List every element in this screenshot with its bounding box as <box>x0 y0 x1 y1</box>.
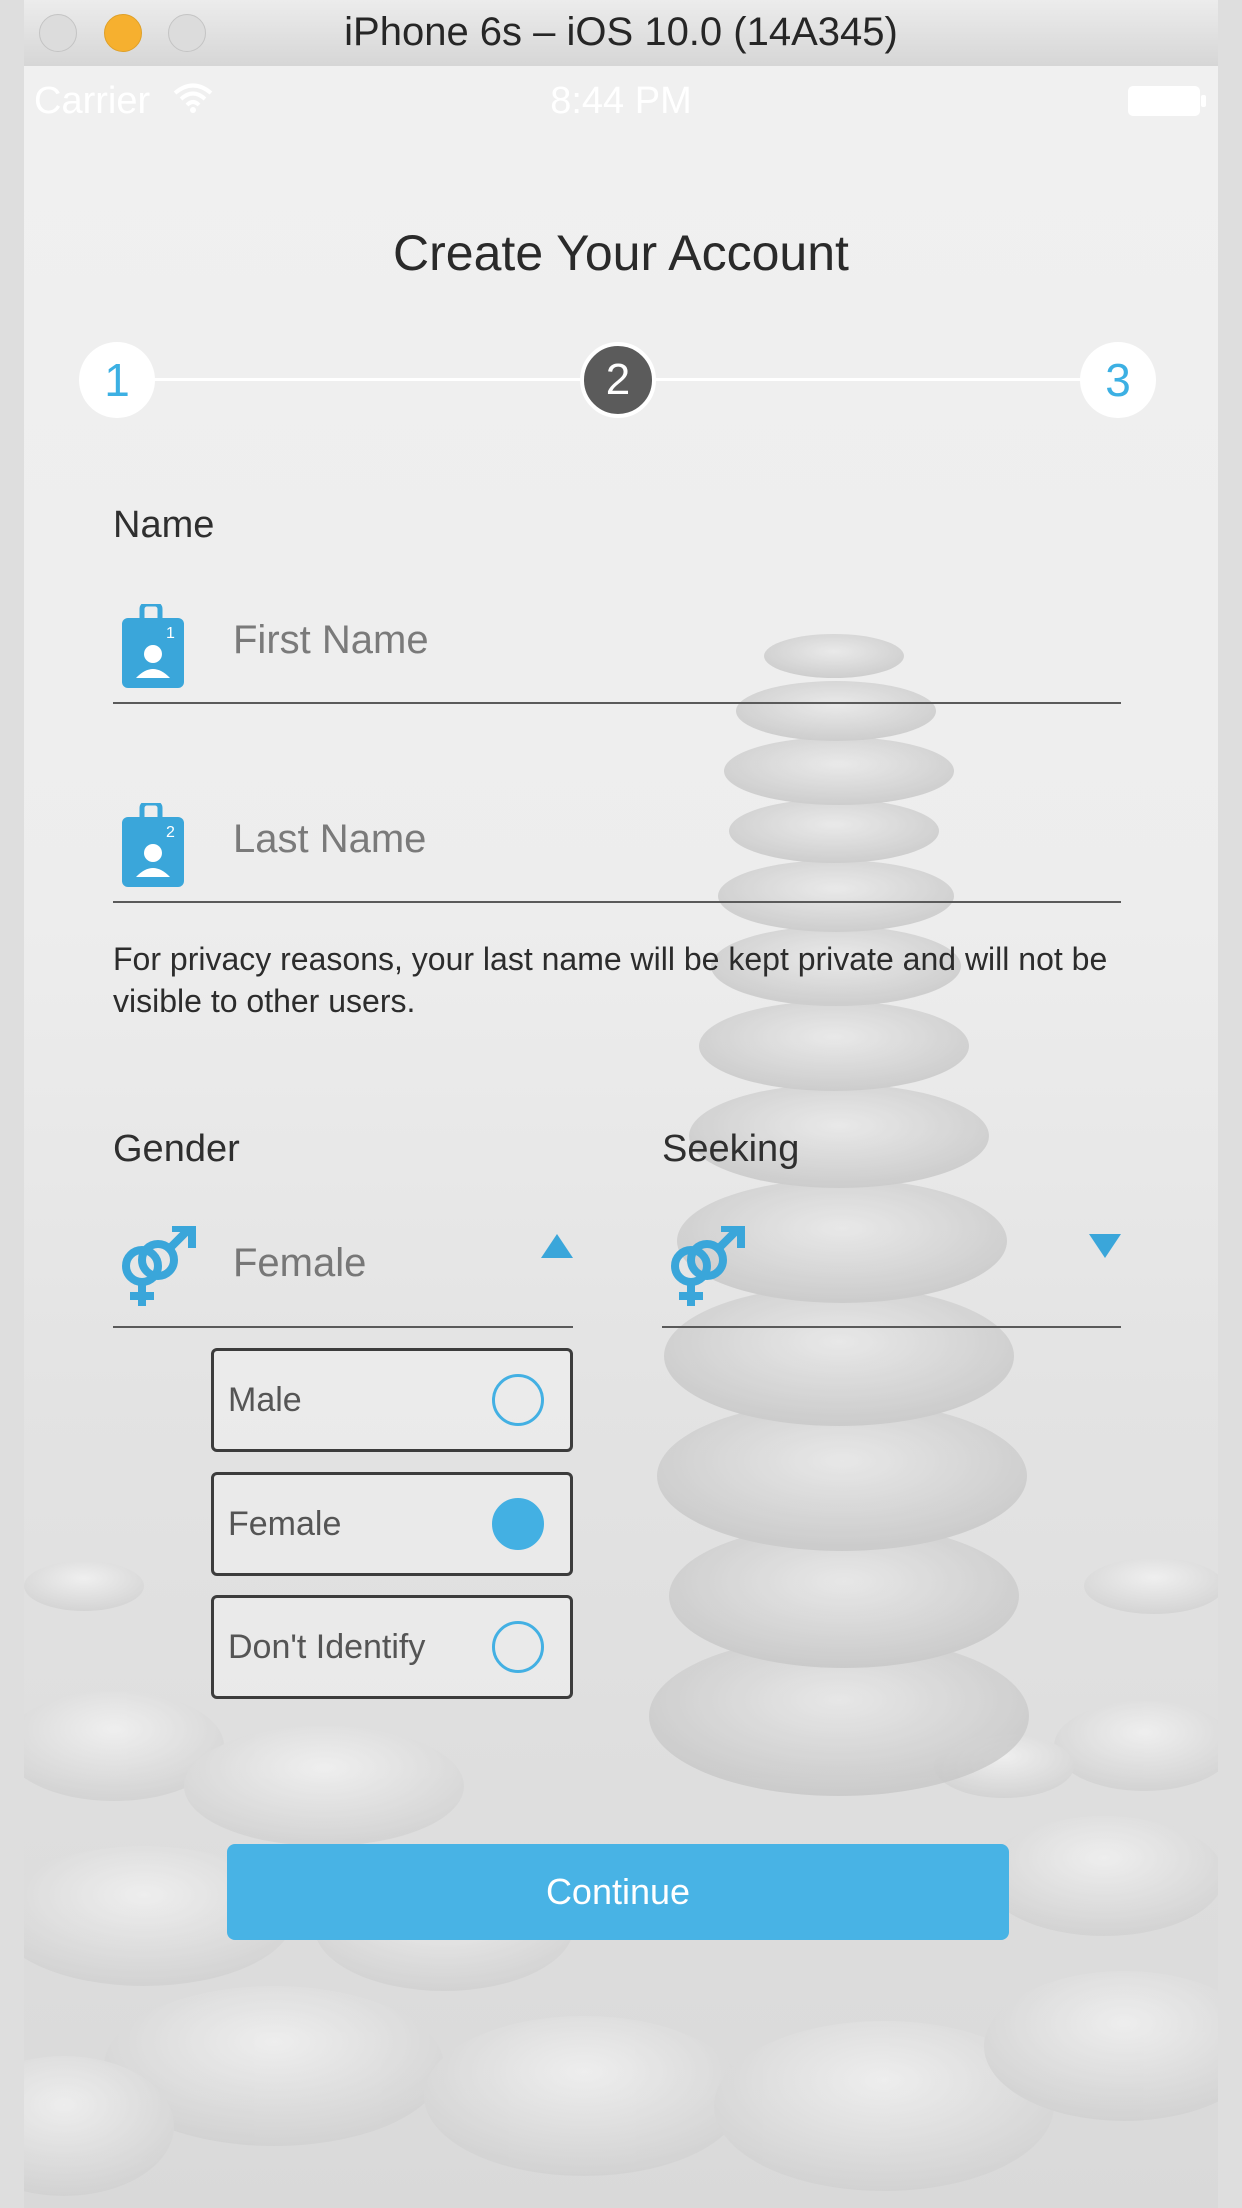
gender-symbol-icon <box>122 1226 196 1306</box>
continue-button[interactable]: Continue <box>227 1844 1009 1940</box>
id-badge-icon: 1 <box>122 604 184 688</box>
battery-icon <box>1128 86 1206 116</box>
stones-background-image <box>24 634 1218 2196</box>
option-label: Don't Identify <box>228 1628 426 1666</box>
step-3-indicator: 3 <box>1080 342 1156 418</box>
radio-button-selected[interactable] <box>492 1498 544 1550</box>
step-1-indicator: 1 <box>79 342 155 418</box>
first-name-underline <box>113 702 1121 704</box>
window-frame-left <box>0 0 24 2208</box>
name-section-label: Name <box>113 504 215 546</box>
first-name-input[interactable]: First Name <box>233 618 1113 663</box>
last-name-underline <box>113 901 1121 903</box>
seeking-underline[interactable] <box>662 1326 1121 1328</box>
seeking-label: Seeking <box>662 1128 800 1170</box>
gender-option-dont-identify[interactable]: Don't Identify <box>211 1595 573 1699</box>
id-badge-icon: 2 <box>122 803 184 887</box>
caret-up-icon[interactable] <box>540 1232 574 1260</box>
gender-option-female[interactable]: Female <box>211 1472 573 1576</box>
caret-down-icon[interactable] <box>1088 1232 1122 1260</box>
privacy-note: For privacy reasons, your last name will… <box>113 941 1108 1019</box>
gender-select-value[interactable]: Female <box>233 1241 366 1286</box>
svg-text:2: 2 <box>166 824 175 841</box>
option-label: Male <box>228 1381 302 1419</box>
gender-label: Gender <box>113 1128 240 1170</box>
page-title: Create Your Account <box>393 225 849 281</box>
option-label: Female <box>228 1505 342 1543</box>
svg-text:1: 1 <box>166 625 175 642</box>
last-name-input[interactable]: Last Name <box>233 817 1113 862</box>
window-frame-right <box>1218 0 1242 2208</box>
status-time: 8:44 PM <box>550 80 692 122</box>
window-title: iPhone 6s – iOS 10.0 (14A345) <box>344 10 898 54</box>
radio-button[interactable] <box>492 1374 544 1426</box>
step-2-indicator: 2 <box>580 342 656 418</box>
phone-screen: Carrier 8:44 PM Create Your Account 1 2 … <box>24 66 1218 2208</box>
radio-button[interactable] <box>492 1621 544 1673</box>
gender-option-male[interactable]: Male <box>211 1348 573 1452</box>
gender-symbol-icon <box>671 1226 745 1306</box>
gender-underline <box>113 1326 573 1328</box>
